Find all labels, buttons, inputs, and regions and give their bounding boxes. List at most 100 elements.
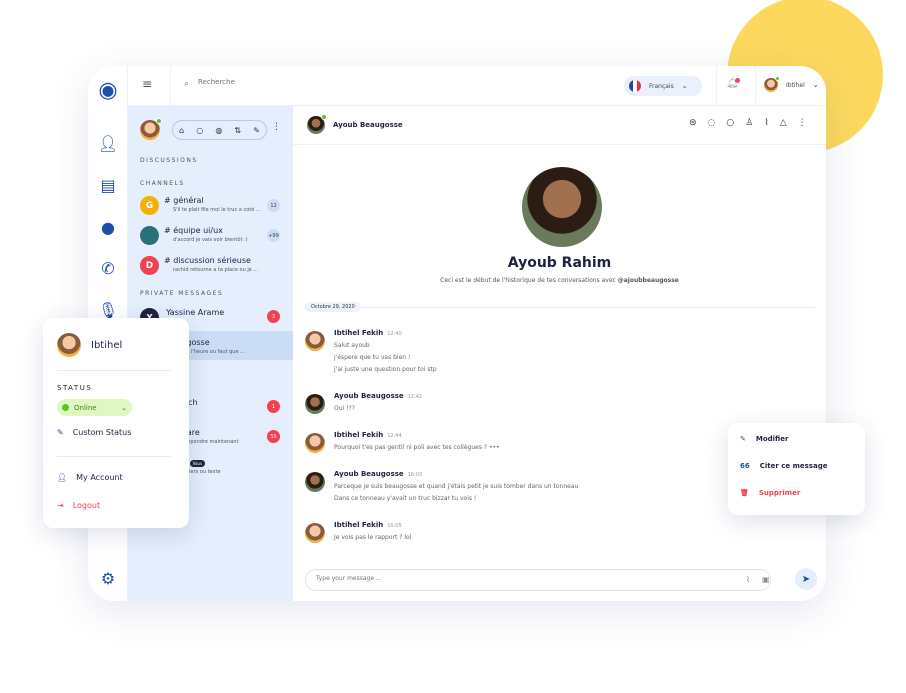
channel-name: # discussion sérieuse	[164, 256, 251, 265]
members-icon[interactable]: ♙	[745, 118, 753, 128]
message-text: j'ai juste une question pour toi stp	[334, 366, 437, 373]
quote-menu-item[interactable]: 66 Citer ce message	[740, 462, 827, 470]
channel-avatar: G	[140, 196, 159, 215]
date-separator: Octobre 29, 2020	[305, 302, 361, 312]
avatar	[57, 333, 81, 357]
message-text: j'éspere que tu vas bien !	[334, 354, 411, 361]
user-name: Ibtihel	[786, 81, 805, 89]
home-icon[interactable]: ⌂	[179, 126, 184, 135]
unread-badge: 1	[267, 400, 280, 413]
status-select[interactable]: Online ⌄	[57, 399, 132, 416]
message[interactable]: Ayoub Beaugosse 12:42 Oui !??	[305, 392, 805, 414]
chevron-down-icon: ⌄	[121, 403, 127, 412]
gear-icon[interactable]: ⚙	[88, 569, 128, 588]
document-icon[interactable]: ▤	[88, 176, 128, 195]
quote-icon: 66	[740, 462, 750, 470]
message-author: Ibtihel Fekih 12:40	[334, 329, 402, 337]
send-button[interactable]: ➤	[795, 568, 817, 590]
discussion-icon[interactable]: ◌	[708, 118, 716, 128]
channel-preview: S'il te plait file moi le truc a coté ..…	[173, 207, 261, 213]
message-context-menu: ✎ Modifier 66 Citer ce message 🗑︎ Supprimer	[728, 423, 865, 515]
message[interactable]: Ibtihel Fekih 12:40 Salut ayoub j'éspere q…	[305, 329, 805, 373]
threads-icon[interactable]: ⊜	[689, 118, 697, 128]
chat-panel: Ayoub Beaugosse ⊜ ◌ ○ ♙ ⌇ △ ⋮ Ayoub Rahim Ceci…	[293, 106, 826, 601]
status-popup: Ibtihel STATUS Online ⌄ ✎ Custom Status 👤︎…	[43, 318, 189, 528]
sort-icon[interactable]: ⇅	[234, 126, 241, 135]
avatar[interactable]	[140, 118, 162, 140]
trash-icon: 🗑︎	[740, 489, 749, 497]
message-author: Ayoub Beaugosse 12:42	[334, 392, 423, 400]
globe-icon[interactable]: ◍	[215, 126, 222, 135]
message-input[interactable]	[316, 575, 696, 582]
logo-icon: ◉	[98, 78, 118, 103]
avatar	[305, 433, 325, 453]
channel-name: # général	[164, 196, 204, 205]
search-icon[interactable]: ○	[726, 118, 734, 128]
chat-header-name: Ayoub Beaugosse	[333, 121, 403, 129]
logout-button[interactable]: ⇥ Logout	[57, 501, 100, 510]
profile-name: Ayoub Rahim	[507, 255, 612, 271]
message-text: Je vois pas le rapport ? lol	[334, 534, 412, 541]
unread-badge: 3	[267, 310, 280, 323]
search-icon[interactable]: ○	[196, 126, 203, 135]
user-icon: 👤︎	[57, 473, 68, 482]
chat-actions: ⊜ ◌ ○ ♙ ⌇ △ ⋮	[689, 118, 807, 128]
unread-badge: 55	[267, 430, 280, 443]
message-author: Ibtihel Fekih 16:05	[334, 521, 402, 529]
section-label: CHANNELS	[140, 180, 185, 187]
avatar	[305, 331, 325, 351]
custom-status-button[interactable]: ✎ Custom Status	[57, 428, 131, 437]
message-composer: ⌇ ▣	[305, 569, 771, 591]
attachment-icon[interactable]: ⌇	[764, 118, 768, 128]
edit-menu-item[interactable]: ✎ Modifier	[740, 435, 788, 443]
edit-icon[interactable]: ✎	[253, 126, 260, 135]
dm-name: Yassine Arame	[166, 308, 225, 317]
language-select[interactable]: Français ⌄	[624, 76, 702, 96]
avatar	[305, 523, 325, 543]
message-text: Oui !??	[334, 405, 355, 412]
top-bar: ≡ ⌕ Français ⌄ 🔔︎ Ibtihel ⌄	[128, 66, 826, 106]
profile-avatar	[522, 167, 602, 247]
sidebar-toolbar: ⌂ ○ ◍ ⇅ ✎	[172, 120, 267, 140]
phone-icon[interactable]: ✆	[88, 259, 128, 278]
status-label: STATUS	[57, 384, 93, 392]
menu-icon[interactable]: ≡	[142, 77, 152, 91]
avatar	[764, 76, 780, 92]
avatar	[305, 394, 325, 414]
my-account-button[interactable]: 👤︎ My Account	[57, 473, 123, 482]
more-icon[interactable]: ⋮	[272, 122, 281, 132]
channel-item[interactable]: D # discussion sérieuse rachid retourne …	[128, 252, 293, 280]
notification-bell-icon[interactable]: 🔔︎	[726, 78, 740, 89]
online-dot-icon	[62, 404, 69, 411]
app-window: ◉ 👤︎ ▤ ● ✆ 🎙︎ ⚙ ≡ ⌕ Français ⌄ 🔔︎ Ibtihe…	[88, 66, 826, 601]
pen-icon: ✎	[740, 435, 746, 443]
chevron-down-icon: ⌄	[681, 82, 688, 90]
bell-icon[interactable]: △	[780, 118, 787, 128]
unread-badge: 12	[267, 199, 280, 212]
more-icon[interactable]: ⋮	[798, 118, 807, 128]
message[interactable]: Ibtihel Fekih 16:05 Je vois pas le rappor…	[305, 521, 805, 543]
france-flag-icon	[629, 80, 641, 92]
section-label: DISCUSSIONS	[140, 157, 198, 164]
channel-name: # équipe ui/ux	[164, 226, 223, 235]
logout-icon: ⇥	[57, 501, 64, 510]
section-label: PRIVATE MESSAGES	[140, 290, 224, 297]
search-input[interactable]	[198, 78, 398, 86]
user-menu[interactable]: Ibtihel ⌄	[764, 76, 819, 92]
user-icon[interactable]: 👤︎	[88, 134, 128, 153]
delete-menu-item[interactable]: 🗑︎ Supprimer	[740, 489, 800, 497]
channel-avatar: D	[140, 256, 159, 275]
avatar	[307, 114, 327, 134]
pen-icon: ✎	[57, 428, 64, 437]
message-text: Salut ayoub	[334, 342, 370, 349]
chevron-down-icon: ⌄	[812, 81, 819, 89]
image-icon[interactable]: ▣	[762, 575, 770, 584]
channel-item[interactable]: # équipe ui/ux d'accord je vais voir bie…	[128, 222, 293, 250]
chat-icon[interactable]: ●	[88, 218, 128, 237]
unread-badge: +99	[267, 229, 280, 242]
attachment-icon[interactable]: ⌇	[746, 575, 750, 584]
conversation-intro: Ceci est le début de l'historique de tes…	[440, 277, 679, 284]
language-label: Français	[649, 82, 674, 90]
avatar	[305, 472, 325, 492]
channel-item[interactable]: G # général S'il te plait file moi le tr…	[128, 192, 293, 220]
